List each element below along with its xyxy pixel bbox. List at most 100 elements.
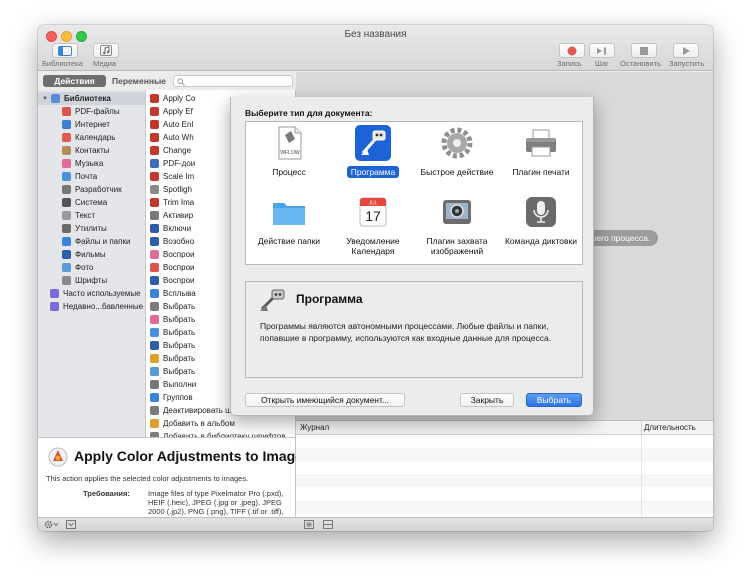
action-item[interactable]: Apply Ef (150, 105, 193, 118)
library-item-label: Утилиты (75, 224, 107, 233)
type-application[interactable]: Программа (331, 125, 415, 178)
library-item[interactable]: Фото (62, 261, 93, 274)
tab-variables[interactable]: Переменные (108, 75, 170, 87)
action-item[interactable]: PDF-дои (150, 157, 195, 170)
library-item-label: Музыка (75, 159, 104, 168)
library-item[interactable]: Утилиты (62, 222, 107, 235)
action-item[interactable]: Группов (150, 391, 193, 404)
action-item[interactable]: Добавить в альбом (150, 417, 235, 430)
library-item[interactable]: Музыка (62, 157, 103, 170)
action-item-label: PDF-дои (163, 159, 196, 168)
action-item[interactable]: Выбрать (150, 339, 195, 352)
library-item[interactable]: Фильмы (62, 248, 106, 261)
action-item[interactable]: Выбрать (150, 352, 195, 365)
action-item[interactable]: Auto Enl (150, 118, 193, 131)
action-item[interactable]: Change (150, 144, 191, 157)
duration-column-header[interactable]: Длительность (644, 423, 696, 432)
close-button[interactable]: Закрыть (460, 393, 514, 407)
action-item-label: Выбрать (163, 367, 196, 376)
library-item[interactable]: Шрифты (62, 274, 107, 287)
smart-folder-icon (50, 302, 59, 311)
action-item-label: Выбрать (163, 328, 196, 337)
log-column-header[interactable]: Журнал (300, 423, 329, 432)
automator-robot-icon (361, 130, 386, 155)
play-icon (683, 46, 690, 55)
action-item[interactable]: Выбрать (150, 313, 195, 326)
library-item-label: Контакты (75, 146, 110, 155)
type-label: Плагин захвата изображений (426, 236, 488, 256)
library-item-label: Система (75, 198, 108, 207)
disclosure-triangle-icon[interactable]: ▼ (42, 96, 48, 102)
library-item-label: Недавно...бавленные (63, 302, 144, 311)
action-item-label: Группов (163, 393, 193, 402)
action-item[interactable]: Всплыва (150, 287, 196, 300)
automator-window: Без названия Библиотека Медиа Запись Шаг… (38, 25, 713, 531)
info-text: Программы являются автономными процессам… (260, 321, 552, 343)
action-item[interactable]: Возобно (150, 235, 194, 248)
action-item[interactable]: Выбрать (150, 326, 195, 339)
mail-icon (62, 172, 71, 181)
library-list: ▼ Библиотека PDF-файлы Интернет Календарь Кон… (38, 90, 146, 437)
library-item[interactable]: Недавно...бавленные (50, 300, 143, 313)
action-item[interactable]: Выбрать (150, 300, 195, 313)
library-toggle-button[interactable] (52, 43, 78, 58)
pixelmator-action-icon (48, 447, 68, 467)
pdf-icon (62, 107, 71, 116)
tab-actions[interactable]: Действия (43, 75, 106, 87)
library-item[interactable]: Интернет (62, 118, 110, 131)
gear-menu-icon[interactable] (44, 520, 60, 529)
description-toggle-icon[interactable] (66, 520, 76, 529)
library-item[interactable]: Текст (62, 209, 95, 222)
library-item[interactable]: Календарь (62, 131, 115, 144)
action-item[interactable]: Выбрать (150, 365, 195, 378)
library-item-label: Почта (75, 172, 98, 181)
type-label: Процесс (272, 167, 306, 177)
action-item[interactable]: Активир (150, 209, 193, 222)
search-input[interactable] (173, 75, 293, 87)
library-item[interactable]: ▼ Библиотека (38, 92, 145, 105)
action-item[interactable]: Воспрои (150, 248, 194, 261)
step-button[interactable] (589, 43, 615, 58)
stop-button[interactable] (631, 43, 657, 58)
type-workflow[interactable]: WFLOW Процесс (247, 125, 331, 177)
action-icon (150, 250, 159, 259)
action-item[interactable]: Воспрои (150, 274, 194, 287)
library-item[interactable]: PDF-файлы (62, 105, 120, 118)
library-item[interactable]: Часто используемые (50, 287, 141, 300)
action-item[interactable]: Добавить в библиотеку шрифтов (150, 430, 286, 437)
type-calendar-alarm[interactable]: JUL 17 Уведомление Календаря (331, 194, 415, 256)
action-item[interactable]: Apply Co (150, 92, 195, 105)
type-image-capture[interactable]: Плагин захвата изображений (415, 194, 499, 256)
type-label: Уведомление Календаря (346, 236, 400, 256)
library-item[interactable]: Почта (62, 170, 97, 183)
action-item[interactable]: Воспрои (150, 261, 194, 274)
type-dictation-command[interactable]: Команда диктовки (499, 194, 583, 246)
log-view-icon[interactable] (323, 520, 333, 529)
workflow-document-icon: WFLOW (278, 126, 302, 160)
open-existing-button[interactable]: Открыть имеющийся документ... (245, 393, 405, 407)
type-folder-action[interactable]: Действие папки (247, 194, 331, 246)
action-item[interactable]: Выполни (150, 378, 196, 391)
gear-icon (441, 127, 473, 159)
step-label: Шаг (595, 59, 609, 68)
action-item[interactable]: Auto Wh (150, 131, 194, 144)
list-view-icon[interactable] (304, 520, 314, 529)
action-item[interactable]: Spotligh (150, 183, 192, 196)
action-item-label: Выбрать (163, 315, 196, 324)
type-quick-action[interactable]: Быстрое действие (415, 125, 499, 177)
library-item[interactable]: Контакты (62, 144, 110, 157)
choose-button[interactable]: Выбрать (526, 393, 582, 407)
library-item[interactable]: Файлы и папки (62, 235, 130, 248)
library-item[interactable]: Система (62, 196, 107, 209)
action-item[interactable]: Включи (150, 222, 191, 235)
action-icon (150, 263, 159, 272)
media-button[interactable] (93, 43, 119, 58)
action-item[interactable]: Scale Im (150, 170, 194, 183)
action-icon (150, 367, 159, 376)
action-icon (150, 315, 159, 324)
record-button[interactable] (559, 43, 585, 58)
library-item[interactable]: Разработчик (62, 183, 122, 196)
type-print-plugin[interactable]: Плагин печати (499, 125, 583, 177)
run-button[interactable] (673, 43, 699, 58)
action-item[interactable]: Trim Ima (150, 196, 194, 209)
